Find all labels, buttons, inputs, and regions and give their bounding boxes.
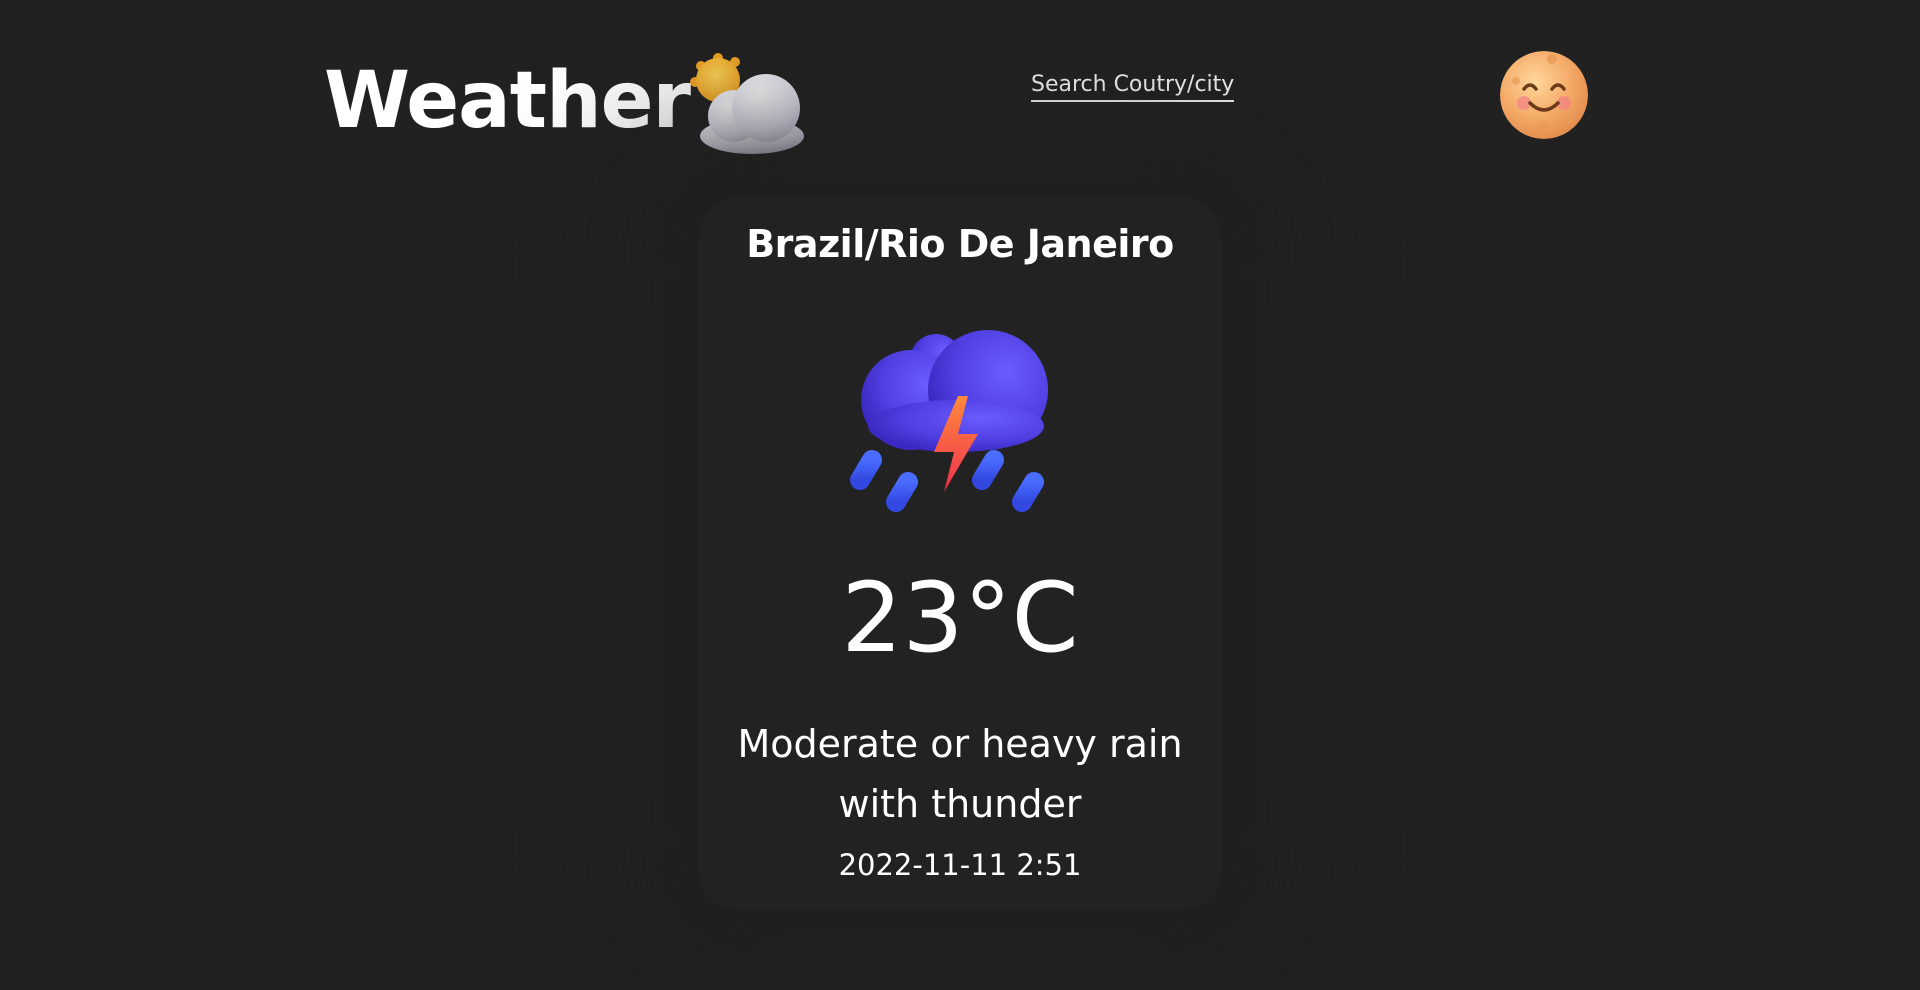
cloud-with-lightning-and-rain-icon bbox=[850, 330, 1048, 512]
location-title: Brazil/Rio De Janeiro bbox=[746, 222, 1174, 266]
logo-text: Weather bbox=[324, 56, 691, 146]
search-link[interactable]: Search Coutry/city bbox=[1031, 72, 1235, 103]
sun-behind-cloud-icon bbox=[689, 53, 804, 154]
temperature: 23°C bbox=[841, 562, 1079, 674]
logo[interactable]: Weather bbox=[324, 48, 806, 154]
weather-page: Weather Search Coutry/city Brazil/Rio De… bbox=[0, 0, 1920, 990]
timestamp: 2022-11-11 2:51 bbox=[838, 848, 1082, 882]
weather-card: Brazil/Rio De Janeiro 23°C Moderate or h… bbox=[698, 198, 1222, 910]
smiling-moon-face-icon[interactable] bbox=[1500, 51, 1588, 139]
weather-condition: Moderate or heavy rain with thunder bbox=[737, 722, 1183, 826]
